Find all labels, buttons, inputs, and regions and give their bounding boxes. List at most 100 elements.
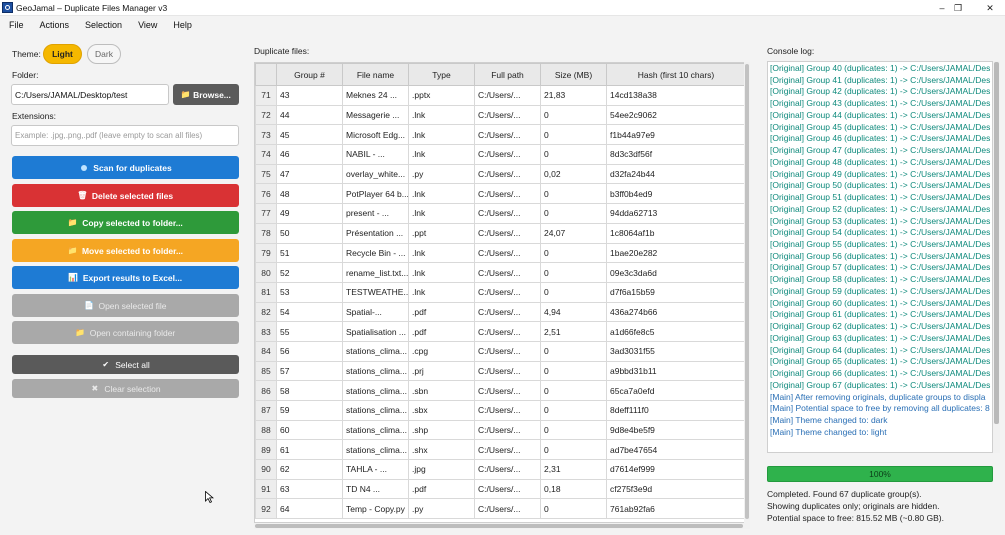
size-cell: 0,02 bbox=[540, 163, 607, 185]
full-path-cell: C:/Users/... bbox=[474, 281, 541, 303]
duplicate-files-panel: Duplicate files: Group # File name Type … bbox=[254, 34, 750, 535]
folder-icon: 📁 bbox=[67, 246, 78, 255]
table-row[interactable]: 91 63 TD N4 ... .pdf C:/Users/... 0,18 cf275f3… bbox=[255, 478, 746, 500]
size-cell: 0 bbox=[540, 439, 607, 461]
theme-light-toggle[interactable]: Light bbox=[43, 44, 82, 64]
open-file-button[interactable]: 📄 Open selected file bbox=[12, 294, 239, 317]
open-folder-button[interactable]: 📁 Open containing folder bbox=[12, 321, 239, 344]
maximize-button[interactable]: ❐ bbox=[945, 0, 971, 16]
browse-button[interactable]: 📁 Browse... bbox=[173, 84, 239, 105]
group-cell: 45 bbox=[276, 124, 343, 146]
header-size[interactable]: Size (MB) bbox=[540, 63, 607, 86]
table-row[interactable]: 79 51 Recycle Bin - ... .lnk C:/Users/... 0 1b… bbox=[255, 242, 746, 264]
copy-button[interactable]: 📁 Copy selected to folder... bbox=[12, 211, 239, 234]
table-row[interactable]: 77 49 present - ... .lnk C:/Users/... 0 94dda6… bbox=[255, 203, 746, 224]
menu-help[interactable]: Help bbox=[165, 20, 200, 30]
header-group[interactable]: Group # bbox=[276, 63, 343, 86]
console-line: [Original] Group 42 (duplicates: 1) -> C… bbox=[770, 86, 991, 97]
table-row[interactable]: 84 56 stations_clima... .cpg C:/Users/... 0 3a… bbox=[255, 340, 746, 362]
move-button[interactable]: 📁 Move selected to folder... bbox=[12, 239, 239, 262]
table-horizontal-scroll-thumb[interactable] bbox=[255, 524, 743, 528]
theme-dark-toggle[interactable]: Dark bbox=[87, 44, 121, 64]
file-name-cell: stations_clima... bbox=[342, 419, 409, 441]
console-line: [Original] Group 47 (duplicates: 1) -> C… bbox=[770, 145, 991, 156]
table-row[interactable]: 86 58 stations_clima... .sbn C:/Users/... 0 65… bbox=[255, 380, 746, 401]
table-row[interactable]: 90 62 TAHLA - ... .jpg C:/Users/... 2,31 d7614… bbox=[255, 459, 746, 480]
table-row[interactable]: 82 54 Spatial-... .pdf C:/Users/... 4,94 436a2… bbox=[255, 301, 746, 323]
type-cell: .sbx bbox=[408, 400, 475, 421]
header-type[interactable]: Type bbox=[408, 63, 475, 86]
table-row[interactable]: 80 52 rename_list.txt... .lnk C:/Users/... 0 0… bbox=[255, 262, 746, 283]
status-line-completed: Completed. Found 67 duplicate group(s). bbox=[767, 489, 922, 499]
size-cell: 21,83 bbox=[540, 85, 607, 106]
file-name-cell: PotPlayer 64 b... bbox=[342, 183, 409, 205]
group-cell: 44 bbox=[276, 104, 343, 126]
table-row[interactable]: 89 61 stations_clima... .shx C:/Users/... 0 ad… bbox=[255, 439, 746, 461]
header-hash[interactable]: Hash (first 10 chars) bbox=[606, 63, 746, 86]
table-row[interactable]: 76 48 PotPlayer 64 b... .lnk C:/Users/... 0 b3… bbox=[255, 183, 746, 205]
status-line-showing: Showing duplicates only; originals are h… bbox=[767, 501, 940, 511]
table-row[interactable]: 73 45 Microsoft Edg... .lnk C:/Users/... 0 f1b… bbox=[255, 124, 746, 146]
header-file-name[interactable]: File name bbox=[342, 63, 409, 86]
console-line: [Original] Group 48 (duplicates: 1) -> C… bbox=[770, 156, 991, 167]
table-row[interactable]: 87 59 stations_clima... .sbx C:/Users/... 0 8d… bbox=[255, 400, 746, 421]
console-scroll-thumb[interactable] bbox=[994, 62, 999, 424]
file-name-cell: Temp - Copy.py bbox=[342, 498, 409, 520]
table-row[interactable]: 71 43 Meknes 24 ... .pptx C:/Users/... 21,83 1… bbox=[255, 85, 746, 106]
console-line: [Original] Group 59 (duplicates: 1) -> C… bbox=[770, 285, 991, 296]
table-row[interactable]: 88 60 stations_clima... .shp C:/Users/... 0 9d… bbox=[255, 419, 746, 441]
group-cell: 57 bbox=[276, 360, 343, 382]
export-button[interactable]: 📊 Export results to Excel... bbox=[12, 266, 239, 289]
table-row[interactable]: 83 55 Spatialisation ... .pdf C:/Users/... 2,… bbox=[255, 321, 746, 342]
select-all-button[interactable]: ✔ Select all bbox=[12, 355, 239, 374]
duplicate-files-table[interactable]: Group # File name Type Full path Size (M… bbox=[254, 62, 750, 523]
console-line: [Main] Theme changed to: dark bbox=[770, 415, 888, 426]
table-row[interactable]: 75 47 overlay_white... .py C:/Users/... 0,02 d… bbox=[255, 163, 746, 185]
group-cell: 61 bbox=[276, 439, 343, 461]
group-cell: 52 bbox=[276, 262, 343, 283]
type-cell: .lnk bbox=[408, 144, 475, 165]
menu-actions[interactable]: Actions bbox=[32, 20, 78, 30]
type-cell: .py bbox=[408, 498, 475, 520]
console-panel: Console log: [Original] Group 40 (duplic… bbox=[760, 34, 1005, 535]
table-vertical-scroll-thumb[interactable] bbox=[745, 64, 749, 519]
console-line: [Original] Group 41 (duplicates: 1) -> C… bbox=[770, 74, 991, 85]
menu-selection[interactable]: Selection bbox=[77, 20, 130, 30]
folder-input[interactable]: C:/Users/JAMAL/Desktop/test bbox=[11, 84, 169, 105]
table-row[interactable]: 74 46 NABIL - ... .lnk C:/Users/... 0 8d3c3df5… bbox=[255, 144, 746, 165]
file-name-cell: Microsoft Edg... bbox=[342, 124, 409, 146]
row-number-cell: 80 bbox=[255, 262, 277, 283]
row-number-cell: 85 bbox=[255, 360, 277, 382]
group-cell: 50 bbox=[276, 222, 343, 244]
type-cell: .lnk bbox=[408, 203, 475, 224]
size-cell: 0 bbox=[540, 281, 607, 303]
file-name-cell: TAHLA - ... bbox=[342, 459, 409, 480]
table-row[interactable]: 81 53 TESTWEATHE... .lnk C:/Users/... 0 d7f6a1… bbox=[255, 281, 746, 303]
table-row[interactable]: 78 50 Présentation ... .ppt C:/Users/... 24,0… bbox=[255, 222, 746, 244]
table-row[interactable]: 85 57 stations_clima... .prj C:/Users/... 0 a9… bbox=[255, 360, 746, 382]
group-cell: 64 bbox=[276, 498, 343, 520]
extensions-input[interactable]: Example: .jpg,.png,.pdf (leave empty to … bbox=[11, 125, 239, 146]
file-name-cell: Présentation ... bbox=[342, 222, 409, 244]
console-line: [Original] Group 54 (duplicates: 1) -> C… bbox=[770, 227, 991, 238]
console-line: [Original] Group 50 (duplicates: 1) -> C… bbox=[770, 180, 991, 191]
console-log[interactable]: [Original] Group 40 (duplicates: 1) -> C… bbox=[767, 61, 993, 453]
full-path-cell: C:/Users/... bbox=[474, 85, 541, 106]
header-full-path[interactable]: Full path bbox=[474, 63, 541, 86]
full-path-cell: C:/Users/... bbox=[474, 163, 541, 185]
full-path-cell: C:/Users/... bbox=[474, 419, 541, 441]
type-cell: .lnk bbox=[408, 242, 475, 264]
close-button[interactable]: ✕ bbox=[977, 0, 1003, 16]
clear-selection-button[interactable]: ✖ Clear selection bbox=[12, 379, 239, 398]
type-cell: .sbn bbox=[408, 380, 475, 401]
menu-file[interactable]: File bbox=[0, 20, 32, 30]
table-row[interactable]: 72 44 Messagerie ... .lnk C:/Users/... 0 54ee2… bbox=[255, 104, 746, 126]
full-path-cell: C:/Users/... bbox=[474, 478, 541, 500]
group-cell: 59 bbox=[276, 400, 343, 421]
table-row[interactable]: 92 64 Temp - Copy.py .py C:/Users/... 0 761ab9… bbox=[255, 498, 746, 520]
delete-button[interactable]: 🗑 Delete selected files bbox=[12, 184, 239, 207]
menu-view[interactable]: View bbox=[130, 20, 165, 30]
full-path-cell: C:/Users/... bbox=[474, 380, 541, 401]
scan-button[interactable]: Scan for duplicates bbox=[12, 156, 239, 179]
file-name-cell: Spatialisation ... bbox=[342, 321, 409, 342]
